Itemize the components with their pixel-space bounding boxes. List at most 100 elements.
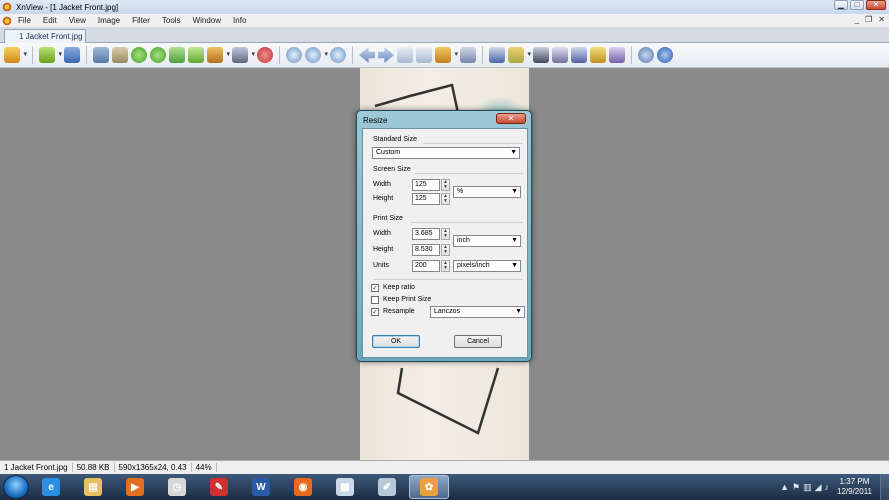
effects-icon[interactable]: [232, 47, 255, 63]
rotate-right-icon[interactable]: [150, 47, 166, 63]
screen-height-input[interactable]: 125: [412, 193, 440, 205]
pin-app-icon: ✎: [210, 478, 228, 496]
menu-file[interactable]: File: [12, 16, 37, 25]
save-icon[interactable]: [64, 47, 80, 63]
taskbar-button[interactable]: ▶: [115, 475, 155, 499]
xnview-app-icon: [2, 2, 12, 12]
document-restore-button[interactable]: ❐: [865, 15, 872, 24]
resample-checkbox[interactable]: ✓: [371, 308, 379, 316]
browser-icon[interactable]: [4, 47, 27, 63]
tray-icon[interactable]: ◢: [815, 482, 822, 493]
screen-height-label: Height: [373, 195, 394, 202]
fullscreen-icon[interactable]: [460, 47, 476, 63]
dialog-title: Resize: [363, 116, 388, 125]
keep-print-size-label: Keep Print Size: [383, 296, 432, 303]
last-icon[interactable]: [416, 47, 432, 63]
firefox-icon: ◉: [294, 478, 312, 496]
taskbar-button[interactable]: ✿: [409, 475, 449, 499]
print-width-spinner[interactable]: ▲ ▼: [441, 228, 450, 240]
ok-button[interactable]: OK: [372, 335, 420, 348]
toolbar: [0, 43, 889, 68]
slideshow-icon[interactable]: [435, 47, 458, 63]
next-icon[interactable]: [378, 47, 394, 63]
start-button[interactable]: [3, 475, 29, 499]
show-desktop-button[interactable]: [880, 474, 889, 500]
chevron-down-icon: ▼: [511, 188, 518, 195]
minimize-button[interactable]: ▁: [834, 0, 848, 10]
menu-view[interactable]: View: [63, 16, 92, 25]
paste-icon[interactable]: [188, 47, 204, 63]
zoom-in-icon[interactable]: [286, 47, 302, 63]
copy-icon[interactable]: [169, 47, 185, 63]
keep-ratio-checkbox[interactable]: ✓: [371, 284, 379, 292]
taskbar-button[interactable]: W: [241, 475, 281, 499]
first-icon[interactable]: [397, 47, 413, 63]
rotate-left-icon[interactable]: [131, 47, 147, 63]
crop-icon[interactable]: [112, 47, 128, 63]
menu-info[interactable]: Info: [227, 16, 252, 25]
print-width-input[interactable]: 3.685: [412, 228, 440, 240]
screen-height-spinner[interactable]: ▲ ▼: [441, 193, 450, 205]
document-menu-icon[interactable]: [2, 15, 12, 26]
settings-icon[interactable]: [638, 47, 654, 63]
print-unit-select[interactable]: inch ▼: [453, 235, 521, 247]
menu-filter[interactable]: Filter: [126, 16, 156, 25]
taskbar-button[interactable]: ▦: [325, 475, 365, 499]
print-height-spinner[interactable]: ▲ ▼: [441, 244, 450, 256]
screen-unit-select[interactable]: % ▼: [453, 186, 521, 198]
clock-time: 1:37 PM: [839, 477, 870, 486]
tray-icon[interactable]: ▲: [780, 482, 789, 493]
open-folder-icon[interactable]: [39, 47, 62, 63]
tray-icon[interactable]: ▥: [803, 482, 812, 493]
screen-width-input[interactable]: 125: [412, 179, 440, 191]
document-close-button[interactable]: ✕: [878, 15, 885, 24]
undo-icon[interactable]: [93, 47, 109, 63]
filter-icon[interactable]: [257, 47, 273, 63]
print-unit-value: inch: [457, 237, 470, 244]
previous-icon[interactable]: [359, 47, 375, 63]
taskbar-button[interactable]: ◉: [283, 475, 323, 499]
units-input[interactable]: 200: [412, 260, 440, 272]
cancel-button[interactable]: Cancel: [454, 335, 502, 348]
menu-image[interactable]: Image: [92, 16, 126, 25]
document-minimize-button[interactable]: _: [855, 15, 859, 24]
screen-width-spinner[interactable]: ▲ ▼: [441, 179, 450, 191]
group-divider: [423, 143, 523, 144]
document-window-controls: _ ❐ ✕: [855, 15, 885, 24]
taskbar-button[interactable]: ◷: [157, 475, 197, 499]
menu-window[interactable]: Window: [187, 16, 227, 25]
menu-edit[interactable]: Edit: [37, 16, 63, 25]
close-button[interactable]: ✕: [866, 0, 886, 10]
taskbar-button[interactable]: ✎: [199, 475, 239, 499]
export-icon[interactable]: [508, 47, 531, 63]
capture-icon[interactable]: [609, 47, 625, 63]
taskbar-button[interactable]: ✐: [367, 475, 407, 499]
adjust-icon[interactable]: [207, 47, 230, 63]
taskbar-button[interactable]: e: [31, 475, 71, 499]
keep-print-size-checkbox[interactable]: [371, 296, 379, 304]
resample-method-select[interactable]: Lanczos ▼: [430, 306, 525, 318]
dialog-close-button[interactable]: ✕: [496, 113, 526, 124]
print-height-input[interactable]: 8.530: [412, 244, 440, 256]
info-icon[interactable]: [657, 47, 673, 63]
print-icon[interactable]: [552, 47, 568, 63]
toolbar-separator: [32, 46, 33, 64]
print-width-label: Width: [373, 230, 391, 237]
clock[interactable]: 1:37 PM 12/9/2011: [837, 477, 872, 497]
scan-icon[interactable]: [571, 47, 587, 63]
menu-tools[interactable]: Tools: [156, 16, 187, 25]
resolution-unit-select[interactable]: pixels/inch ▼: [453, 260, 521, 272]
zoom-out-icon[interactable]: [330, 47, 346, 63]
tray-icon[interactable]: ♪: [825, 482, 830, 493]
standard-size-select[interactable]: Custom ▼: [372, 147, 520, 159]
fit-icon[interactable]: [489, 47, 505, 63]
zoom-icon[interactable]: [305, 47, 328, 63]
maximize-button[interactable]: □: [850, 0, 864, 10]
tab-image[interactable]: 1 Jacket Front.jpg: [4, 29, 86, 43]
taskbar-button[interactable]: ▤: [73, 475, 113, 499]
tray-icon[interactable]: ⚑: [792, 482, 800, 493]
wallpaper-icon[interactable]: [590, 47, 606, 63]
toolbar-separator: [631, 46, 632, 64]
units-spinner[interactable]: ▲ ▼: [441, 260, 450, 272]
find-icon[interactable]: [533, 47, 549, 63]
